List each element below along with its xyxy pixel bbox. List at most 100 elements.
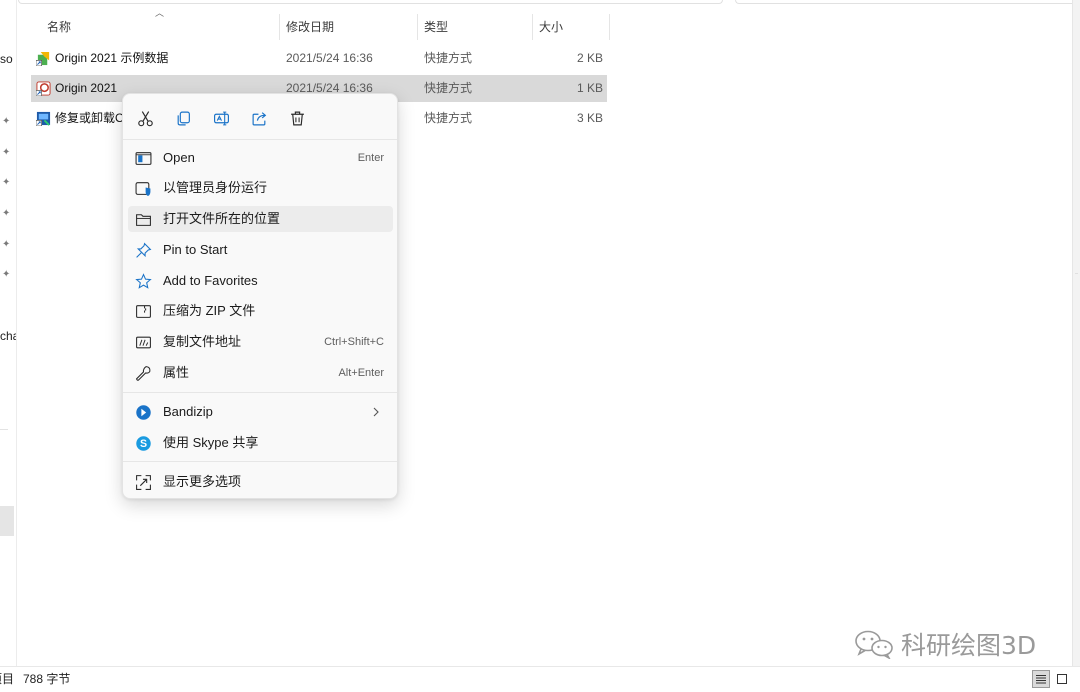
menu-item-compress-zip[interactable]: 压缩为 ZIP 文件 bbox=[128, 298, 393, 324]
status-selection-size: 788 字节 bbox=[23, 672, 71, 686]
folder-icon bbox=[136, 214, 151, 226]
status-item-count-fragment: 项目 bbox=[0, 672, 15, 686]
bandizip-icon bbox=[136, 405, 151, 420]
menu-item-run-as-admin[interactable]: 以管理员身份运行 bbox=[128, 175, 393, 201]
more-options-icon bbox=[136, 475, 151, 490]
share-icon bbox=[252, 111, 266, 125]
menu-item-label: Add to Favorites bbox=[163, 273, 258, 288]
column-header-type[interactable]: 类型 bbox=[424, 14, 448, 40]
menu-item-shortcut: Ctrl+Shift+C bbox=[324, 336, 384, 348]
menu-item-add-to-favorites[interactable]: Add to Favorites bbox=[128, 268, 393, 294]
context-menu: Open Enter 以管理员身份运行 打开文件所在的位置 Pin to Sta… bbox=[122, 93, 398, 499]
nav-divider bbox=[0, 429, 8, 430]
sort-ascending-icon: ︿ bbox=[155, 8, 165, 18]
menu-item-show-more-options[interactable]: 显示更多选项 bbox=[128, 469, 393, 495]
menu-item-label: 复制文件地址 bbox=[163, 334, 242, 349]
address-bar-edge bbox=[18, 0, 723, 4]
file-name: Origin 2021 bbox=[55, 81, 118, 95]
pin-icon: ✦ bbox=[2, 239, 11, 250]
star-icon bbox=[135, 273, 152, 289]
menu-separator bbox=[123, 392, 397, 393]
rename-icon bbox=[213, 111, 229, 125]
menu-item-open-file-location[interactable]: 打开文件所在的位置 bbox=[128, 206, 393, 232]
pin-icon: ✦ bbox=[2, 147, 11, 158]
watermark-text: 科研绘图3D bbox=[901, 631, 1037, 660]
menu-item-bandizip[interactable]: Bandizip bbox=[128, 399, 393, 425]
nav-item-fragment[interactable]: so bbox=[0, 52, 13, 66]
status-bar: 项目 788 字节 bbox=[0, 666, 1080, 692]
file-date: 2021/5/24 16:36 bbox=[286, 51, 373, 65]
skype-icon: S bbox=[136, 436, 151, 451]
cut-icon bbox=[137, 110, 153, 126]
delete-icon bbox=[290, 111, 304, 125]
delete-button[interactable] bbox=[284, 105, 310, 131]
file-size: 3 KB bbox=[576, 111, 603, 125]
column-divider[interactable] bbox=[279, 14, 280, 40]
pin-icon: ✦ bbox=[2, 208, 11, 219]
tiles-view-icon bbox=[1057, 674, 1067, 684]
menu-item-open[interactable]: Open Enter bbox=[128, 145, 393, 171]
copy-path-icon bbox=[136, 336, 151, 349]
file-name: 修复或卸载O bbox=[55, 111, 125, 125]
tiles-view-button[interactable] bbox=[1053, 670, 1071, 688]
wrench-icon bbox=[136, 366, 151, 381]
copy-icon bbox=[177, 111, 190, 125]
menu-separator bbox=[123, 139, 397, 140]
menu-item-label: 打开文件所在的位置 bbox=[163, 211, 281, 226]
cut-button[interactable] bbox=[132, 105, 158, 131]
column-header-date[interactable]: 修改日期 bbox=[286, 14, 334, 40]
file-type: 快捷方式 bbox=[424, 111, 473, 125]
file-size: 2 KB bbox=[576, 51, 603, 65]
details-view-icon bbox=[1036, 675, 1046, 684]
navigation-pane: so ✦ ✦ ✦ ✦ ✦ ✦ cha bbox=[0, 0, 17, 666]
pin-icon: ✦ bbox=[2, 269, 11, 280]
menu-item-label: 压缩为 ZIP 文件 bbox=[163, 303, 256, 318]
pin-icon: ✦ bbox=[2, 116, 11, 127]
menu-item-label: Open bbox=[163, 150, 195, 165]
nav-item-fragment[interactable]: cha bbox=[0, 329, 16, 343]
file-size: 1 KB bbox=[576, 81, 603, 95]
nav-item-selected[interactable] bbox=[0, 506, 14, 536]
copy-button[interactable] bbox=[170, 105, 196, 131]
menu-item-share-skype[interactable]: S 使用 Skype 共享 bbox=[128, 430, 393, 456]
details-view-button[interactable] bbox=[1032, 670, 1050, 688]
menu-item-label: Bandizip bbox=[163, 404, 213, 419]
column-header-name[interactable]: 名称 bbox=[47, 14, 71, 40]
wechat-icon bbox=[855, 630, 893, 659]
pin-icon bbox=[136, 242, 152, 258]
menu-item-pin-to-start[interactable]: Pin to Start bbox=[128, 237, 393, 263]
chevron-right-icon bbox=[373, 407, 379, 417]
column-divider[interactable] bbox=[532, 14, 533, 40]
repair-uninstall-icon bbox=[36, 111, 51, 126]
file-type: 快捷方式 bbox=[424, 51, 473, 65]
menu-item-shortcut: Enter bbox=[357, 152, 384, 164]
menu-item-label: 属性 bbox=[163, 365, 190, 380]
rename-button[interactable] bbox=[208, 105, 234, 131]
menu-separator bbox=[123, 461, 397, 462]
file-name: Origin 2021 示例数据 bbox=[55, 51, 169, 65]
menu-item-label: Pin to Start bbox=[163, 242, 228, 257]
menu-item-label: 使用 Skype 共享 bbox=[163, 435, 259, 450]
run-as-admin-icon bbox=[135, 182, 151, 196]
search-box-edge bbox=[735, 0, 1080, 4]
menu-item-properties[interactable]: 属性 Alt+Enter bbox=[128, 360, 393, 386]
column-header-size[interactable]: 大小 bbox=[539, 14, 563, 40]
menu-item-label: 显示更多选项 bbox=[163, 474, 242, 489]
details-pane-section bbox=[1075, 4, 1078, 274]
file-type: 快捷方式 bbox=[424, 81, 473, 95]
watermark: 科研绘图3D bbox=[853, 626, 1036, 662]
svg-text:S: S bbox=[140, 438, 147, 450]
menu-item-shortcut: Alt+Enter bbox=[338, 367, 384, 379]
file-row[interactable]: Origin 2021 示例数据 2021/5/24 16:36 快捷方式 2 … bbox=[31, 45, 607, 72]
menu-item-label: 以管理员身份运行 bbox=[163, 180, 268, 195]
origin-app-icon bbox=[36, 81, 51, 96]
zip-icon bbox=[136, 305, 151, 318]
pin-icon: ✦ bbox=[2, 177, 11, 188]
open-icon bbox=[135, 152, 152, 165]
column-divider[interactable] bbox=[417, 14, 418, 40]
origin-sample-shortcut-icon bbox=[36, 51, 50, 66]
column-divider[interactable] bbox=[609, 14, 610, 40]
details-pane-edge bbox=[1072, 0, 1080, 666]
menu-item-copy-as-path[interactable]: 复制文件地址 Ctrl+Shift+C bbox=[128, 329, 393, 355]
share-button[interactable] bbox=[246, 105, 272, 131]
